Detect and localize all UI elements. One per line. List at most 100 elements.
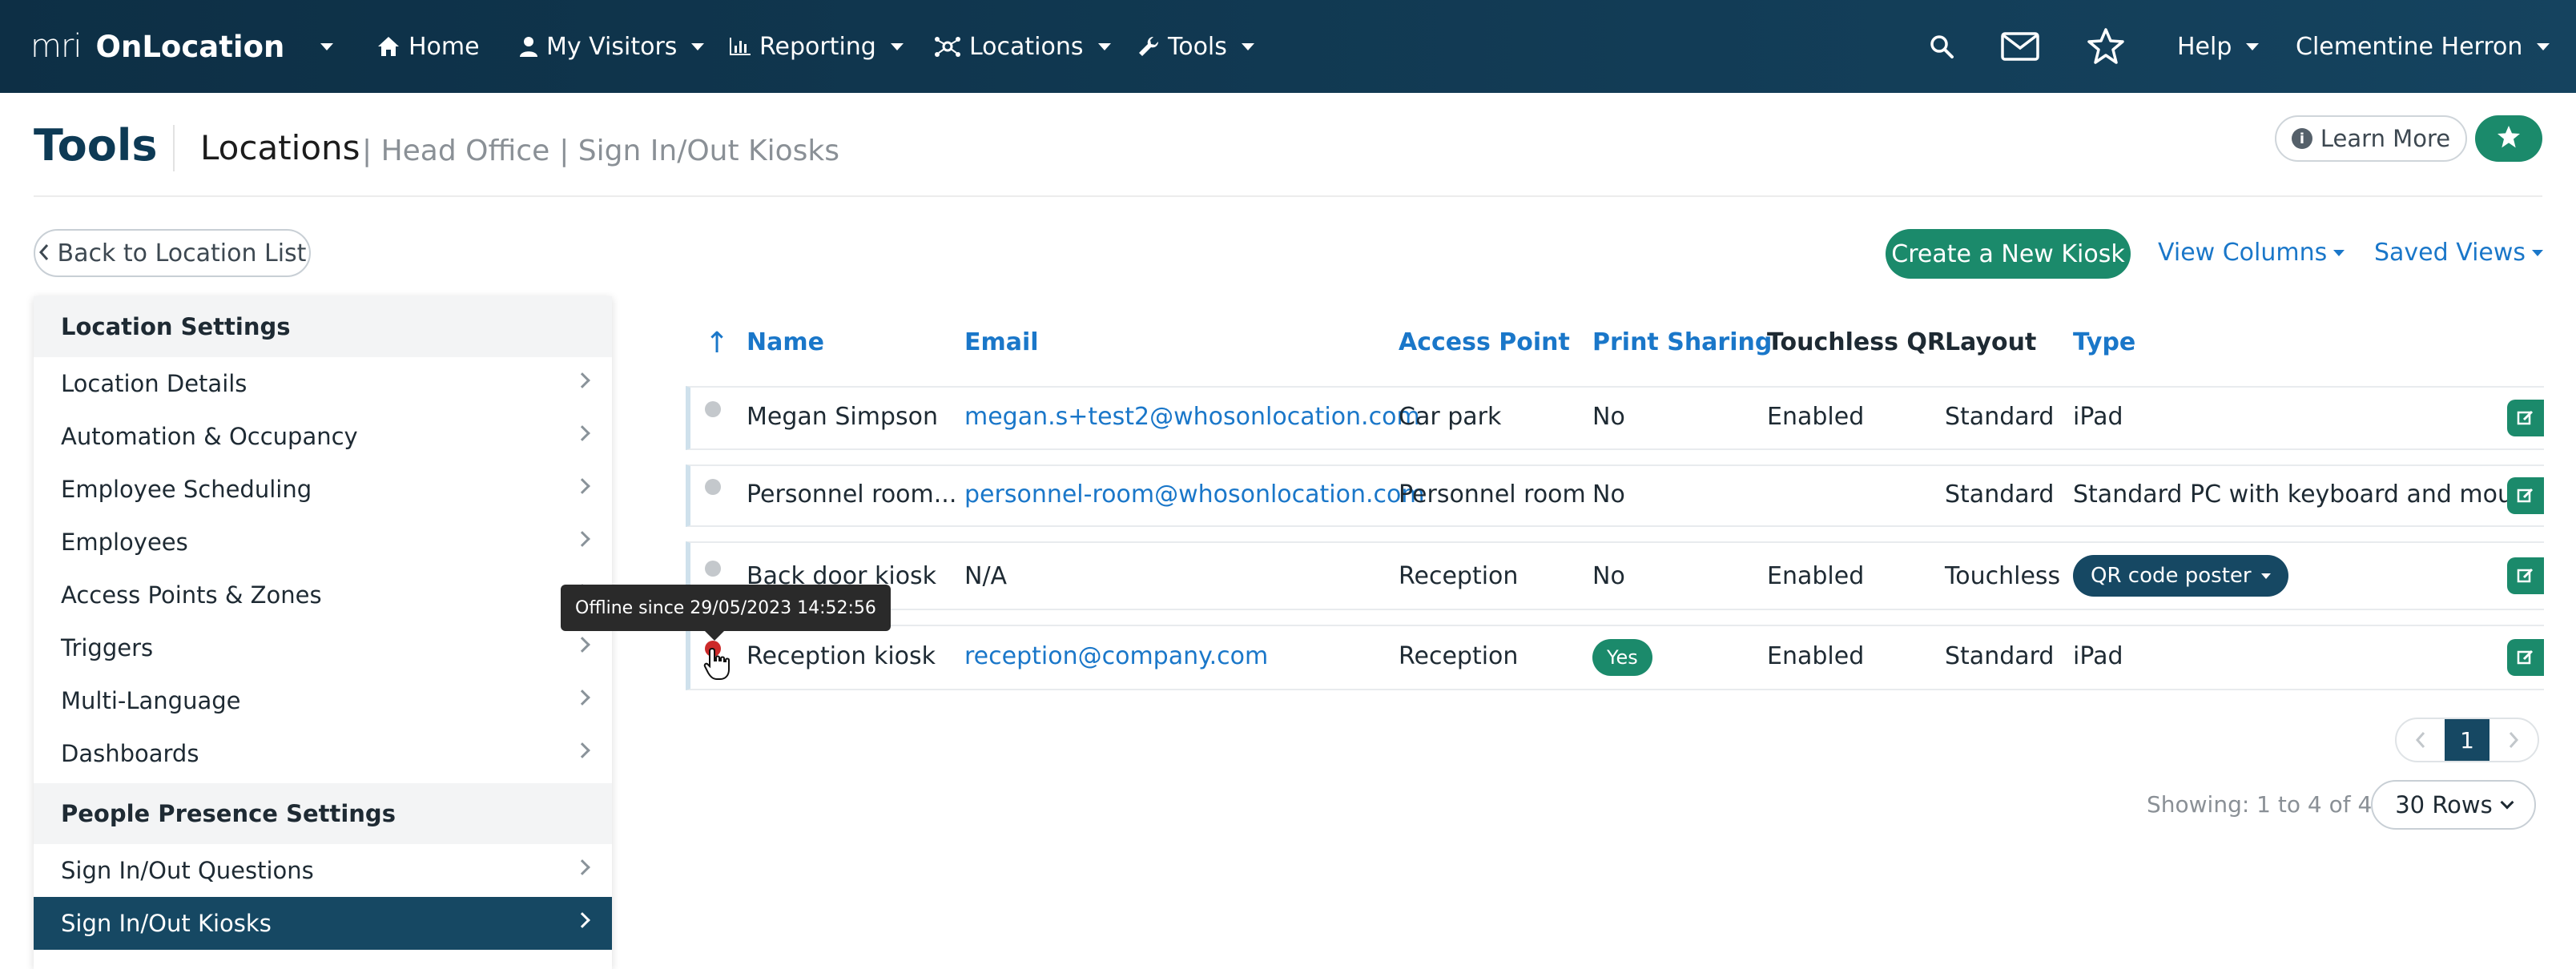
cell-name: Personnel room...: [747, 480, 957, 509]
edit-button[interactable]: [2507, 400, 2544, 436]
nav-reporting-label: Reporting: [759, 32, 876, 61]
favorite-page-button[interactable]: [2475, 115, 2542, 162]
saved-views-dropdown[interactable]: Saved Views: [2374, 239, 2544, 267]
caret-down-icon: [2260, 573, 2271, 579]
column-header-access-point[interactable]: Access Point: [1399, 328, 1570, 356]
pagination: 1: [2395, 718, 2539, 762]
column-header-type[interactable]: Type: [2073, 328, 2135, 356]
edit-button[interactable]: [2507, 477, 2544, 514]
back-to-location-list-button[interactable]: Back to Location List: [34, 229, 311, 277]
rows-per-page-select[interactable]: 30 Rows: [2371, 780, 2536, 830]
sidebar-item-automation[interactable]: Automation & Occupancy: [34, 410, 612, 463]
cell-email-link[interactable]: megan.s+test2@whosonlocation.com: [964, 403, 1420, 431]
star-outline-icon: [2086, 27, 2126, 66]
edit-button[interactable]: [2507, 639, 2544, 676]
status-tooltip: Offline since 29/05/2023 14:52:56: [561, 585, 891, 641]
learn-more-button[interactable]: i Learn More: [2275, 115, 2467, 162]
column-header-print-sharing[interactable]: Print Sharing: [1592, 328, 1772, 356]
mail-icon: [2001, 32, 2039, 61]
page-number-current[interactable]: 1: [2445, 719, 2489, 761]
cell-print-sharing: No: [1592, 480, 1625, 509]
showing-count: Showing: 1 to 4 of 4: [2147, 791, 2373, 818]
sidebar-item-employee-scheduling[interactable]: Employee Scheduling: [34, 463, 612, 516]
cell-layout: Touchless: [1945, 562, 2061, 590]
cell-touchless-qr: Enabled: [1767, 562, 1865, 590]
sidebar-item-label: Multi-Language: [61, 687, 241, 714]
edit-icon: [2517, 488, 2534, 503]
sidebar-item-sign-in-out-kiosks[interactable]: Sign In/Out Kiosks: [34, 897, 612, 950]
nav-locations[interactable]: Locations: [934, 27, 1111, 66]
sidebar-item-label: Sign In/Out Kiosks: [61, 910, 272, 937]
sidebar-item-location-details[interactable]: Location Details: [34, 357, 612, 410]
cell-email-link[interactable]: personnel-room@whosonlocation.com: [964, 480, 1425, 509]
sidebar-item-triggers[interactable]: Triggers: [34, 621, 612, 674]
column-header-name[interactable]: Name: [747, 328, 824, 356]
qr-code-poster-dropdown[interactable]: QR code poster: [2073, 555, 2288, 597]
next-page-button[interactable]: [2489, 719, 2538, 761]
cell-type: Standard PC with keyboard and mouse: [2073, 480, 2541, 509]
breadcrumb-head-office[interactable]: | Head Office: [362, 135, 549, 167]
column-header-layout: Layout: [1945, 328, 2037, 356]
sidebar-item-access-points[interactable]: Access Points & Zones: [34, 569, 612, 621]
mri-logo: mri: [30, 28, 83, 65]
user-menu[interactable]: Clementine Herron: [2296, 27, 2550, 66]
cell-touchless-qr: Enabled: [1767, 642, 1865, 670]
saved-views-label: Saved Views: [2374, 239, 2526, 267]
cell-email-link[interactable]: reception@company.com: [964, 642, 1268, 670]
nav-tools-label: Tools: [1168, 32, 1227, 61]
cell-type: iPad: [2073, 642, 2123, 670]
print-sharing-badge: Yes: [1592, 639, 1652, 676]
user-icon: [519, 35, 538, 58]
sidebar-item-dashboards[interactable]: Dashboards: [34, 727, 612, 780]
user-name: Clementine Herron: [2296, 32, 2523, 61]
sidebar-item-sign-in-out-questions[interactable]: Sign In/Out Questions: [34, 844, 612, 897]
nav-tools[interactable]: Tools: [1137, 27, 1254, 66]
status-indicator[interactable]: [705, 561, 721, 577]
create-kiosk-button[interactable]: Create a New Kiosk: [1886, 229, 2131, 279]
sidebar-item-label: Sign In/Out Questions: [61, 857, 314, 884]
messages-button[interactable]: [2001, 27, 2039, 66]
column-header-email[interactable]: Email: [964, 328, 1039, 356]
status-indicator[interactable]: [705, 479, 721, 495]
cell-access-point: Reception: [1399, 642, 1519, 670]
edit-icon: [2517, 410, 2534, 425]
sidebar-item-employees[interactable]: Employees: [34, 516, 612, 569]
help-menu[interactable]: Help: [2177, 27, 2260, 66]
column-header-touchless-qr: Touchless QR: [1767, 328, 1946, 356]
status-indicator[interactable]: [705, 401, 721, 417]
search-button[interactable]: [1929, 27, 1954, 66]
nav-home[interactable]: Home: [376, 27, 480, 66]
nav-my-visitors[interactable]: My Visitors: [519, 27, 705, 66]
breadcrumb: | Head Office | Sign In/Out Kiosks: [362, 135, 849, 167]
chevron-right-icon: [574, 531, 590, 547]
chevron-right-icon: [574, 637, 590, 653]
cell-touchless-qr: Enabled: [1767, 403, 1865, 431]
hand-cursor-icon: [703, 647, 732, 684]
caret-down-icon: [2532, 249, 2544, 256]
chevron-left-icon: [38, 239, 50, 267]
nav-reporting[interactable]: Reporting: [729, 27, 904, 66]
sidebar-item-multi-language[interactable]: Multi-Language: [34, 674, 612, 727]
app-switcher-dropdown[interactable]: [314, 27, 333, 66]
learn-more-label: Learn More: [2320, 125, 2451, 152]
home-icon: [376, 35, 400, 58]
chevron-right-icon: [574, 859, 590, 875]
chevron-right-icon: [574, 425, 590, 441]
brand-logo[interactable]: mri OnLocation: [30, 24, 284, 69]
view-columns-dropdown[interactable]: View Columns: [2158, 239, 2345, 267]
breadcrumb-locations[interactable]: Locations: [200, 128, 360, 167]
cell-layout: Standard: [1945, 403, 2055, 431]
sidebar-item-label: Access Points & Zones: [61, 581, 322, 609]
qr-code-poster-label: QR code poster: [2091, 564, 2252, 588]
sidebar-item-label: Employees: [61, 529, 188, 556]
header-divider: [34, 195, 2542, 197]
sort-ascending-icon[interactable]: ↑: [705, 327, 729, 360]
favorites-button[interactable]: [2086, 27, 2126, 66]
sidebar-item-label: Employee Scheduling: [61, 476, 312, 503]
previous-page-button[interactable]: [2397, 719, 2445, 761]
section-people-presence: People Presence Settings: [34, 783, 612, 844]
edit-button[interactable]: [2507, 557, 2544, 594]
wrench-icon: [1137, 35, 1160, 58]
cell-email: N/A: [964, 562, 1008, 590]
cell-layout: Standard: [1945, 642, 2055, 670]
